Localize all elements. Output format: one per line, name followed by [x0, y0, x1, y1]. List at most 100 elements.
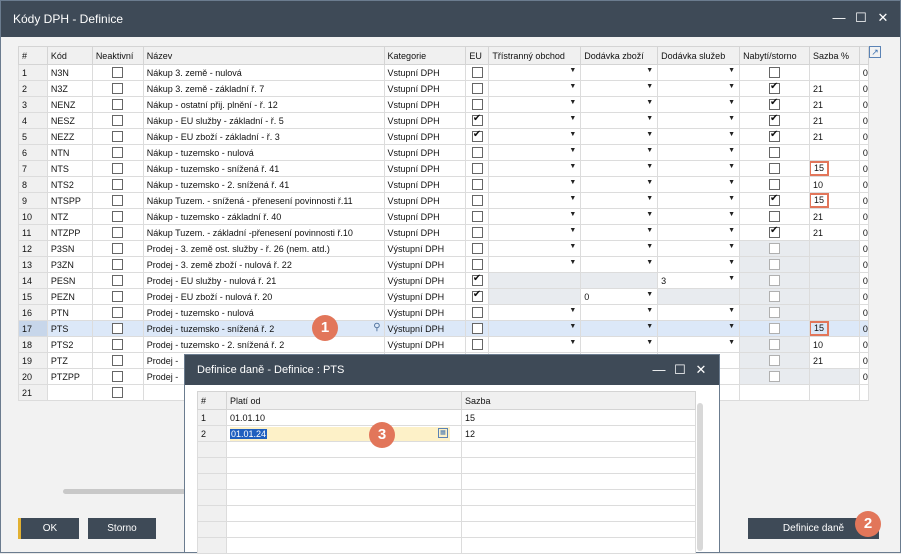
neaktivni-cell[interactable] [91, 224, 144, 241]
kategorie-cell[interactable]: Vstupní DPH [383, 208, 467, 225]
eu-cell[interactable] [465, 80, 490, 97]
nabyti-cell[interactable] [739, 320, 810, 337]
neaktivni-cell[interactable] [91, 128, 144, 145]
nabyti-checkbox[interactable] [769, 163, 781, 175]
nazev-cell[interactable]: Nákup - ostatní přij. plnění - ř. 12 [142, 96, 385, 113]
nazev-cell[interactable]: Nákup Tuzem. - snížená - přenesení povin… [142, 192, 385, 209]
eu-cell[interactable] [465, 320, 490, 337]
eu-cell[interactable] [465, 272, 490, 289]
dodavka-zbozi-cell[interactable]: ▼ [580, 80, 659, 97]
nazev-cell[interactable]: Prodej - EU služby - nulová ř. 21 [142, 272, 385, 289]
neaktivni-cell[interactable] [91, 256, 144, 273]
dodavka-sluzeb-cell[interactable]: ▼ [657, 192, 741, 209]
nazev-cell[interactable]: Prodej - tuzemsko - snížená ř. 2 ⚲ [142, 320, 385, 337]
neaktivni-cell[interactable] [91, 96, 144, 113]
kategorie-cell[interactable]: Vstupní DPH [383, 160, 467, 177]
table-row[interactable]: 17 PTS Prodej - tuzemsko - snížená ř. 2 ⚲ Vý… [18, 320, 870, 337]
sazba-cell[interactable]: 15 [461, 409, 696, 426]
empty-cell[interactable] [461, 457, 696, 474]
plati-od-cell[interactable]: 01.01.10 [226, 409, 462, 426]
tristranny-cell[interactable]: ▼ [488, 240, 582, 257]
nabyti-cell[interactable] [739, 256, 810, 273]
dodavka-sluzeb-cell[interactable]: ▼ [657, 144, 741, 161]
eu-checkbox[interactable] [471, 147, 483, 159]
dropdown-arrow-icon[interactable]: ▼ [569, 211, 576, 218]
sazba-cell[interactable] [808, 384, 860, 401]
kod-cell[interactable]: N3N [46, 64, 93, 81]
dodavka-sluzeb-cell[interactable]: ▼ [657, 256, 741, 273]
nabyti-cell[interactable] [739, 80, 810, 97]
dodavka-zbozi-cell[interactable]: ▼ [580, 208, 659, 225]
neaktivni-checkbox[interactable] [112, 131, 124, 143]
dlg-col-header-index[interactable]: # [197, 391, 227, 410]
nabyti-checkbox[interactable] [769, 226, 781, 239]
sazba-cell[interactable] [808, 288, 860, 305]
nabyti-checkbox[interactable] [769, 323, 781, 335]
dropdown-arrow-icon[interactable]: ▼ [646, 195, 653, 202]
dropdown-arrow-icon[interactable]: ▼ [569, 147, 576, 154]
dialog-vertical-scrollbar[interactable] [697, 403, 703, 551]
dropdown-arrow-icon[interactable]: ▼ [569, 179, 576, 186]
nabyti-cell[interactable] [739, 272, 810, 289]
dropdown-arrow-icon[interactable]: ▼ [646, 115, 653, 122]
dialog-maximize-icon[interactable]: ☐ [672, 362, 688, 378]
neaktivni-cell[interactable] [91, 144, 144, 161]
neaktivni-cell[interactable] [91, 272, 144, 289]
eu-cell[interactable] [465, 96, 490, 113]
nazev-cell[interactable]: Prodej - 3. země zboží - nulová ř. 22 [142, 256, 385, 273]
expand-grid-icon[interactable]: ↗ [869, 46, 881, 58]
tristranny-cell[interactable]: ▼ [488, 256, 582, 273]
dropdown-arrow-icon[interactable]: ▼ [569, 163, 576, 170]
table-row[interactable]: 10 NTZ Nákup - tuzemsko - základní ř. 40 Vs… [18, 208, 870, 225]
nabyti-checkbox[interactable] [769, 130, 781, 143]
neaktivni-checkbox[interactable] [112, 99, 124, 111]
nabyti-checkbox[interactable] [769, 259, 781, 271]
neaktivni-checkbox[interactable] [112, 307, 124, 319]
nabyti-checkbox[interactable] [769, 114, 781, 127]
kod-cell[interactable]: PTZPP [46, 368, 93, 385]
eu-checkbox[interactable] [471, 130, 483, 143]
nazev-cell[interactable]: Nákup 3. země - základní ř. 7 [142, 80, 385, 97]
neaktivni-checkbox[interactable] [112, 147, 124, 159]
eu-cell[interactable] [465, 240, 490, 257]
empty-cell[interactable] [461, 521, 696, 538]
nazev-cell[interactable]: Nákup - tuzemsko - základní ř. 40 [142, 208, 385, 225]
empty-cell[interactable] [226, 521, 462, 538]
sazba-cell[interactable] [808, 368, 860, 385]
kategorie-cell[interactable]: Vstupní DPH [383, 112, 467, 129]
neaktivni-cell[interactable] [91, 368, 144, 385]
nazev-cell[interactable]: Nákup Tuzem. - základní -přenesení povin… [142, 224, 385, 241]
nabyti-checkbox[interactable] [769, 82, 781, 95]
nabyti-cell[interactable] [739, 144, 810, 161]
dodavka-zbozi-cell[interactable]: ▼ [580, 304, 659, 321]
col-header-sazba[interactable]: Sazba % [808, 46, 860, 65]
sazba-cell[interactable] [808, 144, 860, 161]
dropdown-arrow-icon[interactable]: ▼ [728, 339, 735, 346]
tristranny-cell[interactable]: ▼ [488, 112, 582, 129]
neaktivni-cell[interactable] [91, 112, 144, 129]
neaktivni-cell[interactable] [91, 160, 144, 177]
dropdown-arrow-icon[interactable]: ▼ [646, 211, 653, 218]
dropdown-arrow-icon[interactable]: ▼ [728, 67, 735, 74]
kod-cell[interactable]: NTN [46, 144, 93, 161]
kod-cell[interactable]: PTZ [46, 352, 93, 369]
col-header-dodavka-sluzeb[interactable]: Dodávka služeb [657, 46, 741, 65]
nazev-cell[interactable]: Prodej - tuzemsko - nulová [142, 304, 385, 321]
kod-cell[interactable]: P3ZN [46, 256, 93, 273]
nabyti-checkbox[interactable] [769, 98, 781, 111]
dropdown-arrow-icon[interactable]: ▼ [646, 339, 653, 346]
kategorie-cell[interactable]: Vstupní DPH [383, 192, 467, 209]
minimize-icon[interactable]: — [831, 10, 847, 26]
eu-checkbox[interactable] [471, 67, 483, 79]
dropdown-arrow-icon[interactable]: ▼ [569, 323, 576, 330]
empty-cell[interactable] [461, 505, 696, 522]
kategorie-cell[interactable]: Vstupní DPH [383, 96, 467, 113]
kategorie-cell[interactable]: Vstupní DPH [383, 80, 467, 97]
table-row[interactable]: 14 PESN Prodej - EU služby - nulová ř. 21 V… [18, 272, 870, 289]
kod-cell[interactable]: NESZ [46, 112, 93, 129]
dropdown-arrow-icon[interactable]: ▼ [646, 291, 653, 298]
kategorie-cell[interactable]: Vstupní DPH [383, 176, 467, 193]
neaktivni-checkbox[interactable] [112, 323, 124, 335]
table-row[interactable]: 11 NTZPP Nákup Tuzem. - základní -přenesen… [18, 224, 870, 241]
dodavka-zbozi-cell[interactable]: ▼ [580, 256, 659, 273]
